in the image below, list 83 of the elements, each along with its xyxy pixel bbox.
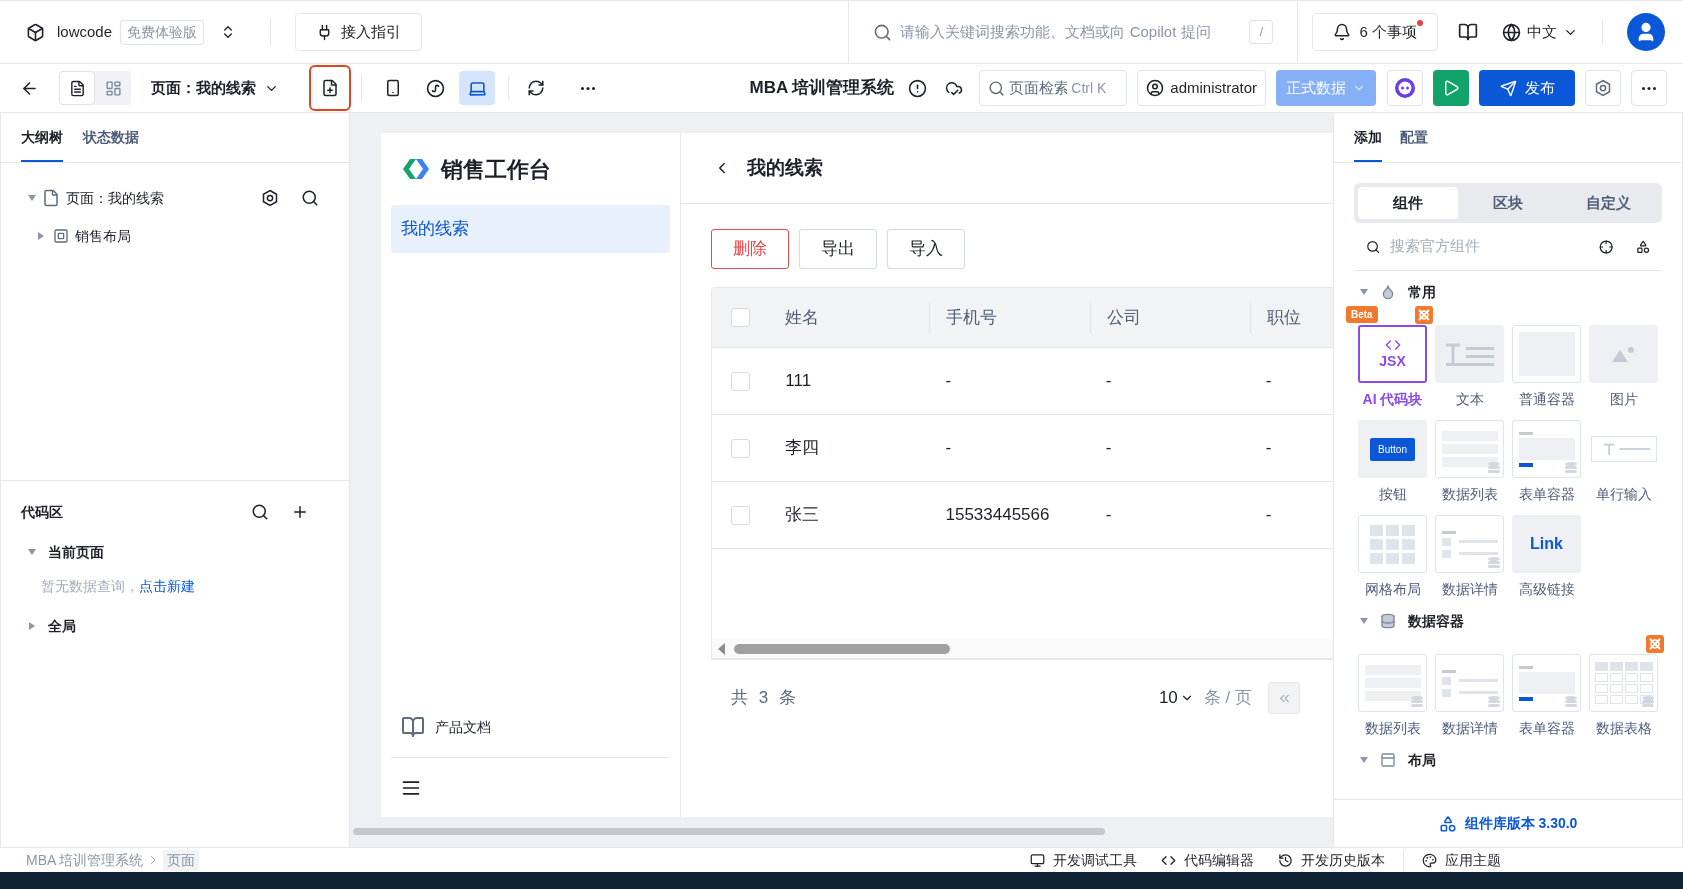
- component-thumbnail[interactable]: JSX: [1358, 325, 1427, 383]
- status-bar-tool[interactable]: 代码编辑器: [1149, 849, 1266, 871]
- app-title: MBA 培训管理系统: [749, 77, 895, 100]
- group-title[interactable]: 全局: [48, 615, 76, 637]
- component-label: 普通容器: [1518, 390, 1575, 409]
- table-cell: 111: [785, 371, 812, 391]
- action-button[interactable]: 导出: [799, 229, 877, 269]
- brand-name: 销售工作台: [441, 155, 551, 184]
- section-title: 布局: [1408, 750, 1436, 770]
- page-size-unit: 条 / 页: [1203, 687, 1252, 710]
- component-label: AI 代码块: [1362, 390, 1423, 409]
- component-label: 数据详情: [1441, 580, 1498, 599]
- panel-tab[interactable]: 大纲树: [21, 127, 63, 162]
- nav-item[interactable]: 我的线索: [391, 205, 670, 253]
- library-version[interactable]: 组件库版本 3.30.0: [1464, 813, 1578, 834]
- shortcut-hint: Ctrl K: [1071, 78, 1107, 98]
- component-label: 数据表格: [1595, 719, 1652, 738]
- table-cell: -: [1265, 505, 1272, 525]
- table-cell: -: [1105, 371, 1112, 391]
- component-label: 数据列表: [1364, 719, 1421, 738]
- component-label: 表单容器: [1518, 719, 1575, 738]
- component-label: 按钮: [1378, 485, 1407, 504]
- component-search-field[interactable]: 搜索官方组件: [1390, 235, 1590, 258]
- guide-button[interactable]: 接入指引: [295, 13, 422, 51]
- component-label: 网格布局: [1364, 580, 1421, 599]
- component-label: 高级链接: [1518, 580, 1575, 599]
- app-name: lowcode: [57, 21, 113, 42]
- page-title: 我的线索: [747, 155, 823, 180]
- segment-tab[interactable]: 自定义: [1558, 187, 1658, 219]
- tree-item[interactable]: 销售布局: [75, 225, 131, 247]
- shortcut-key: /: [1249, 20, 1274, 44]
- column-header: 职位: [1266, 306, 1301, 329]
- table-cell: -: [1265, 438, 1272, 458]
- section-title: 常用: [1408, 282, 1436, 302]
- plan-badge: 免费体验版: [120, 19, 205, 45]
- component-label: 数据列表: [1441, 485, 1498, 504]
- component-label: 文本: [1455, 390, 1484, 409]
- status-bar-tool[interactable]: 应用主题: [1403, 849, 1513, 871]
- total-count: 共 3 条: [731, 687, 799, 710]
- beta-badge: Beta: [1346, 306, 1378, 323]
- table-cell: 15533445566: [945, 505, 1050, 525]
- panel-tab[interactable]: 状态数据: [83, 127, 139, 162]
- thumb-label: Link: [1530, 534, 1563, 554]
- action-button[interactable]: 导入: [887, 229, 965, 269]
- table-cell: -: [1105, 505, 1112, 525]
- column-header: 姓名: [785, 306, 820, 329]
- publish-button[interactable]: 发布: [1479, 70, 1575, 106]
- notifications-button[interactable]: 6 个事项: [1312, 13, 1438, 51]
- component-label: 单行输入: [1595, 485, 1652, 504]
- table-cell: -: [1105, 438, 1112, 458]
- group-title[interactable]: 当前页面: [48, 541, 104, 563]
- table-cell: 张三: [785, 505, 820, 525]
- section-title: 代码区: [21, 502, 64, 522]
- column-header: 手机号: [946, 306, 998, 329]
- segment-tab[interactable]: 组件: [1358, 187, 1458, 219]
- page-size-select[interactable]: 10: [1158, 685, 1194, 711]
- component-label: 图片: [1609, 390, 1638, 409]
- segment-tab[interactable]: 区块: [1458, 187, 1558, 219]
- global-search-field[interactable]: 请输入关键词搜索功能、文档或向 Copilot 提问: [900, 20, 1242, 44]
- thumb-label: JSX: [1379, 353, 1406, 371]
- empty-text: 暂无数据查询，: [41, 576, 139, 596]
- create-link[interactable]: 点击新建: [139, 575, 195, 597]
- docs-link[interactable]: 产品文档: [435, 716, 491, 738]
- panel-tab[interactable]: 配置: [1400, 127, 1428, 162]
- status-bar-tool[interactable]: 开发历史版本: [1266, 849, 1397, 871]
- column-header: 公司: [1106, 306, 1141, 329]
- thumb-label: Button: [1370, 437, 1415, 461]
- component-thumbnail[interactable]: Link: [1512, 515, 1581, 573]
- table-cell: -: [945, 438, 952, 458]
- table-cell: -: [945, 371, 952, 391]
- status-bar-tool[interactable]: 开发调试工具: [1018, 849, 1149, 871]
- panel-tab[interactable]: 添加: [1354, 127, 1382, 162]
- page-selector[interactable]: 页面：我的线索: [151, 76, 279, 100]
- component-label: 数据详情: [1441, 719, 1498, 738]
- action-button[interactable]: 删除: [711, 229, 789, 269]
- table-cell: -: [1265, 371, 1272, 391]
- table-cell: 李四: [785, 438, 820, 458]
- component-thumbnail[interactable]: Button: [1358, 420, 1427, 478]
- user-button[interactable]: administrator: [1137, 70, 1266, 106]
- language-selector[interactable]: 中文: [1502, 20, 1578, 44]
- section-title: 数据容器: [1408, 611, 1464, 631]
- component-label: 表单容器: [1518, 485, 1575, 504]
- tree-item[interactable]: 页面：我的线索: [66, 187, 261, 209]
